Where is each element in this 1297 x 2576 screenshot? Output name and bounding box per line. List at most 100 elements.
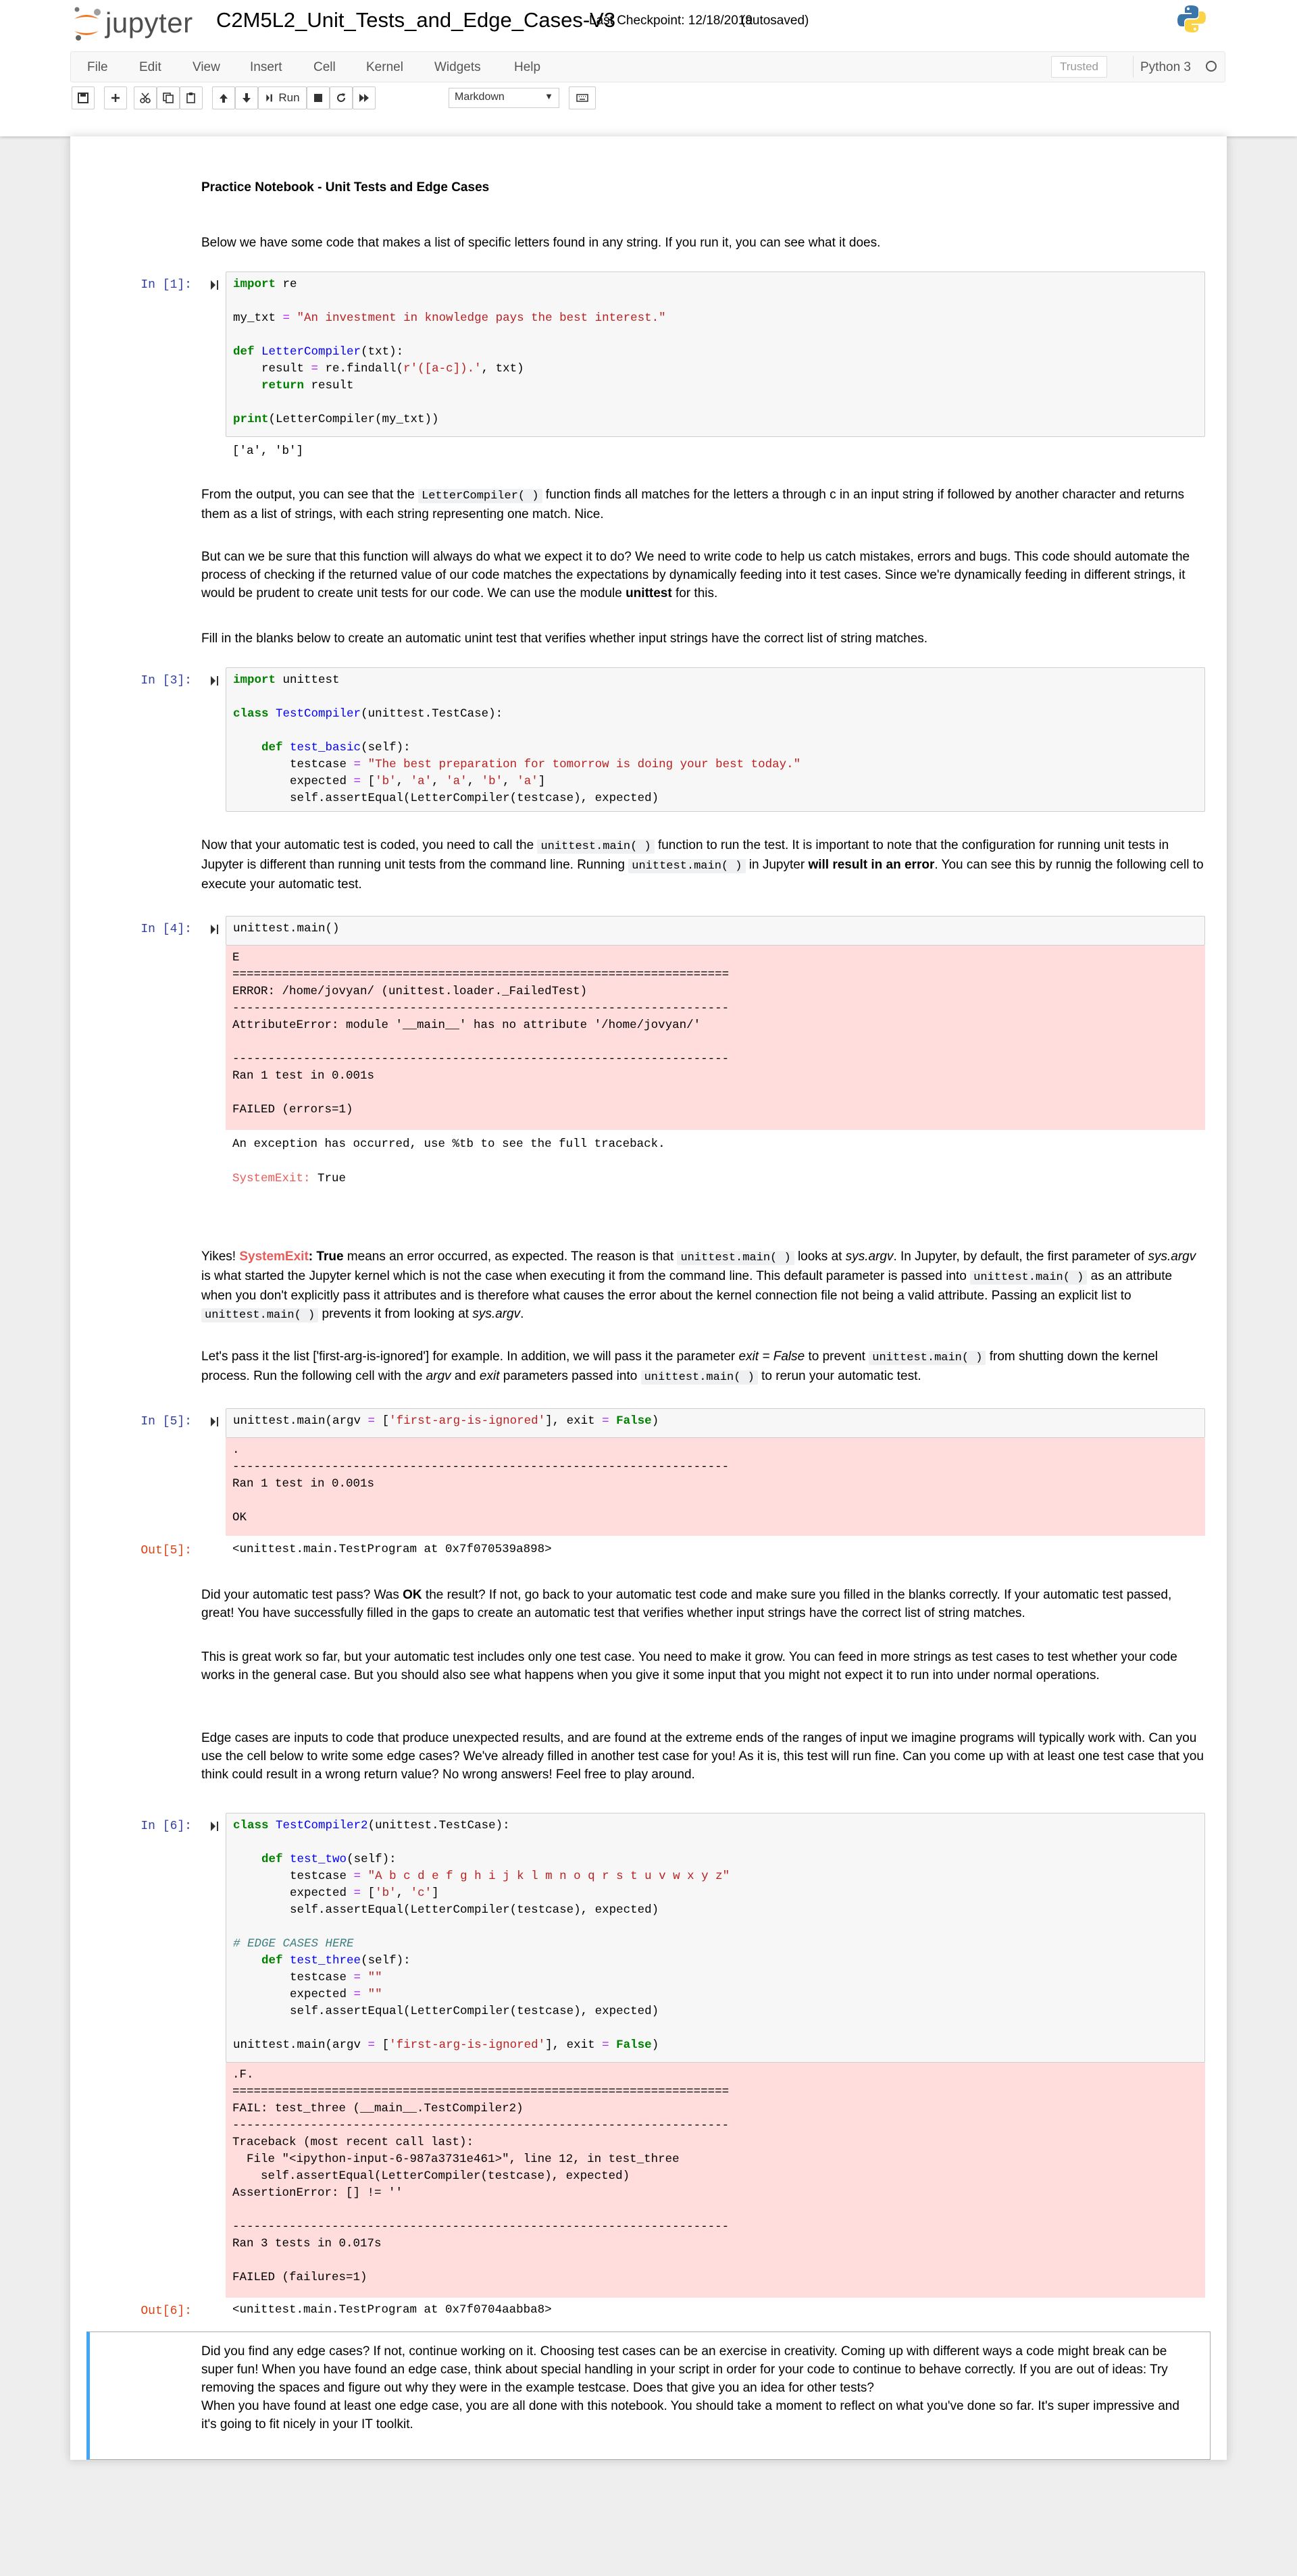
fast-forward-icon bbox=[359, 94, 369, 102]
kernel-name[interactable]: Python 3 bbox=[1140, 60, 1191, 75]
cell-type-select[interactable]: Markdown ▼ bbox=[449, 88, 559, 108]
text: Now that your automatic test is coded, y… bbox=[201, 838, 538, 852]
text: means an error occurred, as expected. Th… bbox=[343, 1250, 678, 1264]
menu-view[interactable]: View bbox=[193, 60, 220, 75]
cell-4-code[interactable]: unittest.main() bbox=[226, 916, 1205, 946]
save-button[interactable] bbox=[72, 86, 95, 109]
keyboard-icon bbox=[576, 94, 588, 102]
move-down-button[interactable] bbox=[235, 86, 258, 109]
cell-4-prompt: In [4]: bbox=[141, 923, 192, 936]
command-palette-button[interactable] bbox=[569, 86, 596, 109]
run-cell-icon[interactable] bbox=[211, 1821, 219, 1832]
cell-6-prompt: In [6]: bbox=[141, 1820, 192, 1833]
cell-1-output: ['a', 'b'] bbox=[232, 444, 304, 458]
cell-6-out-prompt: Out[6]: bbox=[141, 2304, 192, 2318]
code-text: unittest.main() bbox=[233, 922, 340, 935]
markdown-letter-compiler: From the output, you can see that the Le… bbox=[201, 486, 1204, 523]
text: Let's pass it the list ['first-arg-is-ig… bbox=[201, 1349, 739, 1364]
markdown-fill-blanks: Fill in the blanks below to create an au… bbox=[201, 632, 928, 646]
kernel-separator bbox=[1133, 56, 1134, 78]
run-button[interactable]: Run bbox=[258, 86, 307, 109]
arrow-down-icon bbox=[243, 93, 251, 103]
bold-text: : True bbox=[308, 1250, 344, 1264]
notebook-name[interactable]: C2M5L2_Unit_Tests_and_Edge_Cases-V3 bbox=[216, 8, 615, 32]
text: prevents it from looking at bbox=[318, 1307, 473, 1321]
cell-5-code[interactable]: unittest.main(argv = ['first-arg-is-igno… bbox=[226, 1408, 1205, 1438]
markdown-yikes: Yikes! SystemExit: True means an error o… bbox=[201, 1247, 1204, 1324]
notebook-area[interactable]: Practice Notebook - Unit Tests and Edge … bbox=[0, 136, 1297, 2576]
text: to rerun your automatic test. bbox=[757, 1369, 921, 1383]
cell-1-code[interactable]: import re my_txt = "An investment in kno… bbox=[226, 272, 1205, 437]
cell-4-exception: An exception has occurred, use %tb to se… bbox=[232, 1137, 665, 1151]
text: Did your automatic test pass? Was bbox=[201, 1588, 403, 1602]
inline-code: unittest.main( ) bbox=[201, 1308, 319, 1322]
italic-text: exit = False bbox=[738, 1349, 805, 1364]
cell-3-prompt: In [3]: bbox=[141, 674, 192, 688]
markdown-edge-cases: Edge cases are inputs to code that produ… bbox=[201, 1731, 1204, 1782]
italic-text: argv bbox=[426, 1369, 451, 1383]
bold-text: unittest bbox=[626, 586, 672, 600]
page-title: Practice Notebook - Unit Tests and Edge … bbox=[201, 180, 490, 195]
kernel-idle-icon bbox=[1206, 61, 1217, 72]
jupyter-logo-icon bbox=[74, 7, 101, 41]
intro-text: Below we have some code that makes a lis… bbox=[201, 236, 881, 250]
menu-edit[interactable]: Edit bbox=[139, 60, 161, 75]
trusted-badge[interactable]: Trusted bbox=[1051, 56, 1108, 78]
cell-type-value: Markdown bbox=[455, 91, 505, 103]
menu-kernel[interactable]: Kernel bbox=[366, 60, 403, 75]
run-icon bbox=[266, 94, 273, 102]
restart-icon bbox=[337, 93, 345, 102]
interrupt-button[interactable] bbox=[307, 86, 330, 109]
text: Did you find any edge cases? If not, con… bbox=[201, 2344, 1168, 2395]
bold-text: OK bbox=[403, 1588, 422, 1602]
run-cell-icon[interactable] bbox=[211, 924, 219, 935]
markdown-did-test-pass: Did your automatic test pass? Was OK the… bbox=[201, 1586, 1204, 1622]
cell-3-code[interactable]: import unittest class TestCompiler(unitt… bbox=[226, 667, 1205, 812]
inline-code: unittest.main( ) bbox=[628, 859, 746, 873]
cell-6-stderr: .F. ====================================… bbox=[226, 2063, 1205, 2298]
italic-text: exit bbox=[479, 1369, 500, 1383]
menu-insert[interactable]: Insert bbox=[250, 60, 282, 75]
insert-cell-button[interactable] bbox=[104, 86, 127, 109]
save-icon bbox=[78, 93, 88, 103]
run-label: Run bbox=[278, 91, 300, 104]
notebook-container: Practice Notebook - Unit Tests and Edge … bbox=[70, 136, 1227, 2460]
paste-button[interactable] bbox=[180, 86, 203, 109]
markdown-conclusion: Did you find any edge cases? If not, con… bbox=[201, 2342, 1194, 2433]
run-cell-icon[interactable] bbox=[211, 1416, 219, 1427]
markdown-why-tests: But can we be sure that this function wi… bbox=[201, 548, 1204, 602]
menu-widgets[interactable]: Widgets bbox=[434, 60, 481, 75]
stop-icon bbox=[314, 94, 322, 102]
cell-4-sysexit: SystemExit: True bbox=[232, 1170, 346, 1187]
cut-button[interactable] bbox=[134, 86, 157, 109]
inline-code: unittest.main( ) bbox=[537, 840, 655, 854]
run-cell-icon[interactable] bbox=[211, 675, 219, 686]
move-up-button[interactable] bbox=[212, 86, 235, 109]
menu-help[interactable]: Help bbox=[514, 60, 540, 75]
menu-file[interactable]: File bbox=[87, 60, 108, 75]
copy-icon bbox=[163, 93, 174, 103]
italic-text: sys.argv bbox=[472, 1307, 521, 1321]
cell-5-out-prompt: Out[5]: bbox=[141, 1544, 192, 1557]
markdown-argv: Let's pass it the list ['first-arg-is-ig… bbox=[201, 1347, 1204, 1387]
paste-icon bbox=[186, 93, 195, 103]
text: From the output, you can see that the bbox=[201, 488, 419, 502]
cell-5-prompt: In [5]: bbox=[141, 1415, 192, 1428]
text: looks at bbox=[794, 1250, 846, 1264]
inline-code: unittest.main( ) bbox=[640, 1370, 758, 1385]
restart-run-all-button[interactable] bbox=[353, 86, 376, 109]
python-logo-icon bbox=[1177, 5, 1206, 32]
text: parameters passed into bbox=[499, 1369, 641, 1383]
checkpoint-status: Last Checkpoint: 12/18/2019 bbox=[589, 14, 753, 28]
text: and bbox=[451, 1369, 480, 1383]
jupyter-logo[interactable]: jupyter bbox=[72, 3, 193, 43]
cell-6-code[interactable]: class TestCompiler2(unittest.TestCase): … bbox=[226, 1813, 1205, 2063]
copy-button[interactable] bbox=[157, 86, 180, 109]
menu-cell[interactable]: Cell bbox=[313, 60, 336, 75]
run-cell-icon[interactable] bbox=[211, 280, 219, 290]
inline-code: LetterCompiler( ) bbox=[418, 489, 542, 503]
text: for this. bbox=[671, 586, 718, 600]
inline-code: unittest.main( ) bbox=[970, 1270, 1088, 1285]
restart-button[interactable] bbox=[330, 86, 353, 109]
text: . bbox=[520, 1307, 524, 1321]
